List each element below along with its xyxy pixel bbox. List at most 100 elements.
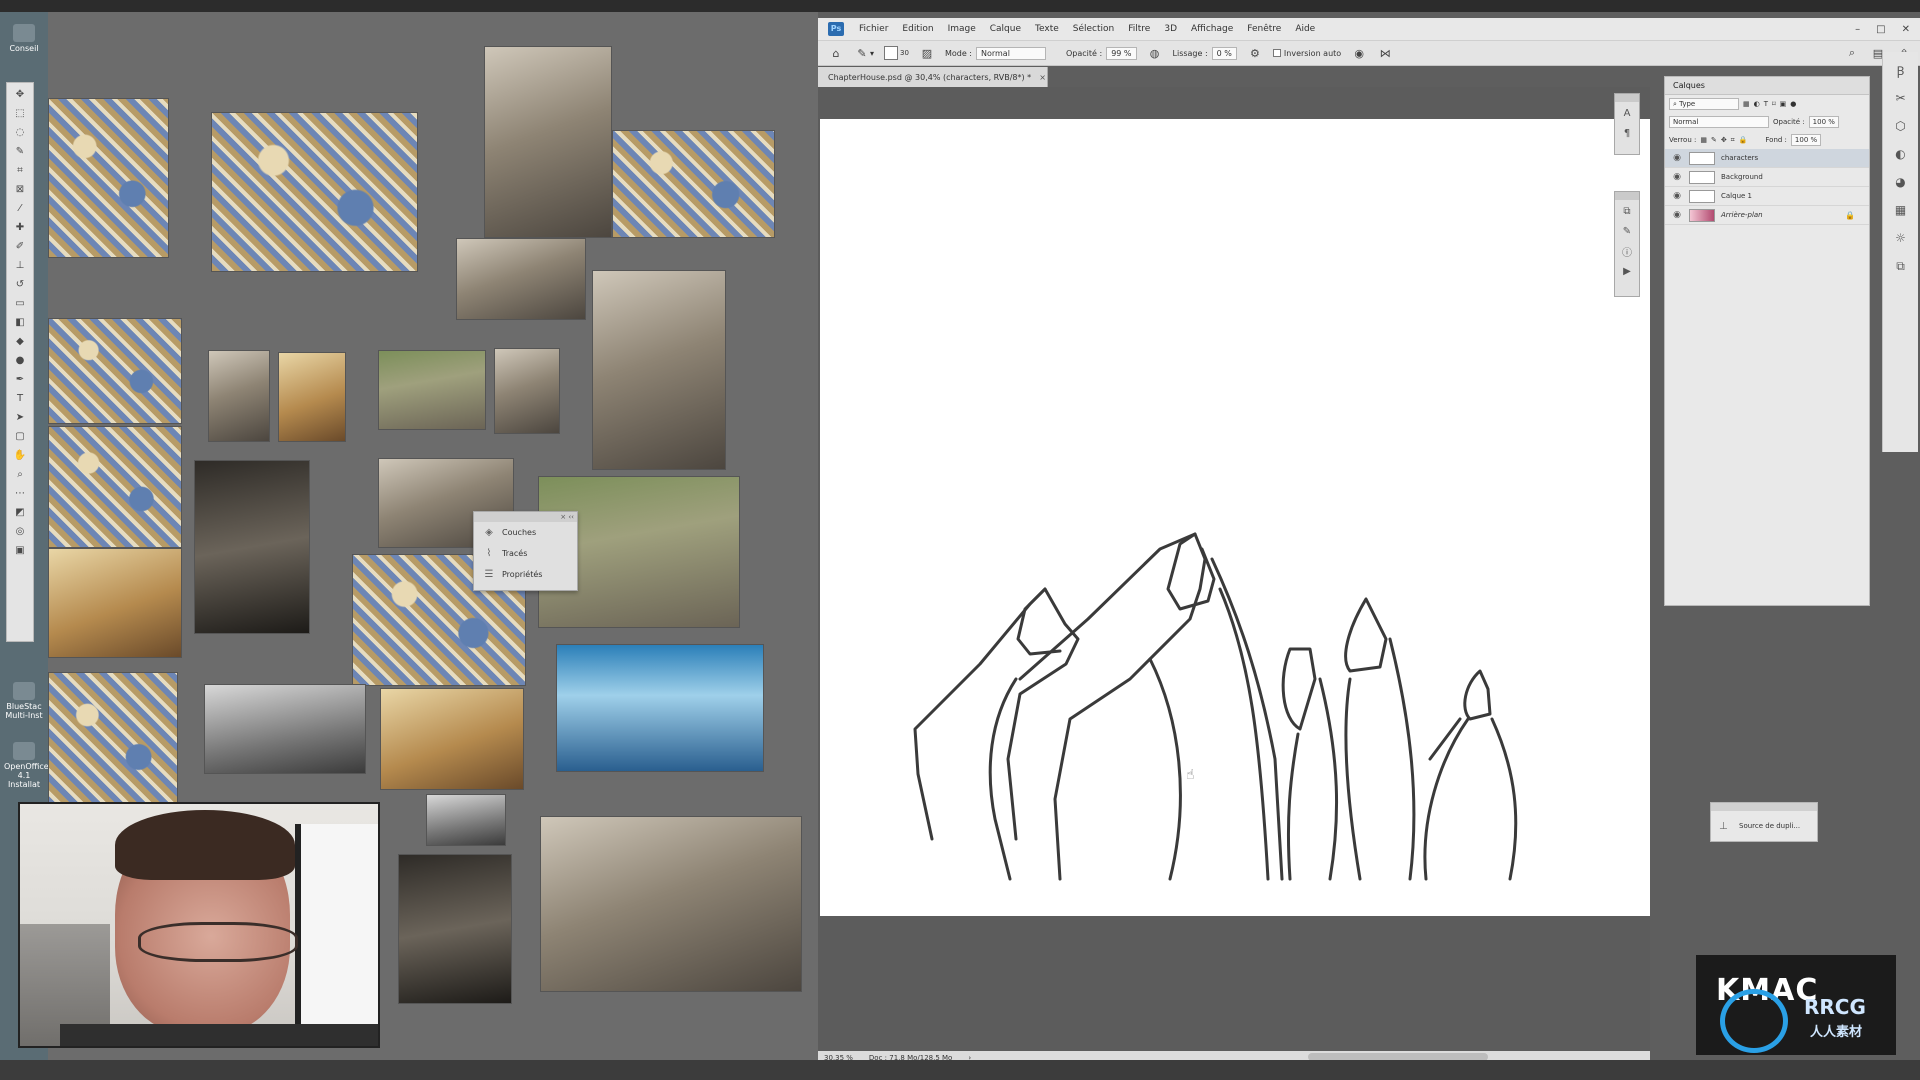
panel-header[interactable]: × ‹‹	[474, 512, 577, 522]
reference-image[interactable]	[204, 684, 366, 774]
panel-item-properties[interactable]: ☰ Propriétés	[474, 564, 577, 585]
document-canvas[interactable]: ☝	[820, 119, 1650, 916]
pressure-opacity-button[interactable]: ◍	[1147, 45, 1163, 61]
reference-image[interactable]	[211, 112, 418, 272]
filter-adjust-icon[interactable]: ◐	[1754, 100, 1760, 108]
maximize-icon[interactable]: □	[1876, 24, 1885, 35]
brush-settings-button[interactable]: ▨	[919, 45, 935, 61]
pressure-size-button[interactable]: ◉	[1351, 45, 1367, 61]
reference-image[interactable]	[456, 238, 586, 320]
reference-image[interactable]	[494, 348, 560, 434]
eraser-tool-icon[interactable]: ▭	[10, 295, 30, 311]
lasso-tool-icon[interactable]: ◌	[10, 124, 30, 140]
marquee-tool-icon[interactable]: ⬚	[10, 105, 30, 121]
libraries-icon[interactable]: ☼	[1889, 228, 1913, 248]
reference-image[interactable]	[208, 350, 270, 442]
eyedropper-tool-icon[interactable]: ⁄	[10, 200, 30, 216]
visibility-eye-icon[interactable]: ◉	[1671, 172, 1683, 182]
info-icon[interactable]: ⓘ	[1618, 243, 1636, 260]
reference-image[interactable]	[48, 426, 182, 548]
shape-tool-icon[interactable]: ▢	[10, 428, 30, 444]
reference-image[interactable]	[426, 794, 506, 846]
menu-calque[interactable]: Calque	[983, 24, 1028, 34]
menu-aide[interactable]: Aide	[1288, 24, 1322, 34]
panel-item-channels[interactable]: ◈ Couches	[474, 522, 577, 543]
layer-filter-select[interactable]: ⌕ Type	[1669, 98, 1739, 110]
reference-image[interactable]	[194, 460, 310, 634]
screen-mode-icon[interactable]: ▣	[10, 542, 30, 558]
lock-paint-icon[interactable]: ✎	[1711, 136, 1717, 144]
blend-mode-select[interactable]: Normal	[1669, 116, 1769, 128]
menu-fenetre[interactable]: Fenêtre	[1240, 24, 1288, 34]
mode-select[interactable]: Normal	[975, 46, 1046, 60]
gradient-tool-icon[interactable]: ◧	[10, 314, 30, 330]
layer-row-arriere-plan[interactable]: ◉ Arrière-plan 🔒	[1665, 206, 1869, 225]
symmetry-button[interactable]: ⋈	[1377, 45, 1393, 61]
color-swatches-icon[interactable]: ◩	[10, 504, 30, 520]
reference-image[interactable]	[556, 644, 764, 772]
quick-select-tool-icon[interactable]: ✎	[10, 143, 30, 159]
reference-image[interactable]	[612, 130, 775, 238]
menu-filtre[interactable]: Filtre	[1121, 24, 1157, 34]
brush-size-picker[interactable]: 30	[884, 46, 909, 60]
palette-icon[interactable]: ◕	[1889, 172, 1913, 192]
menu-fichier[interactable]: Fichier	[852, 24, 895, 34]
close-icon[interactable]: ✕	[1902, 24, 1910, 35]
menu-affichage[interactable]: Affichage	[1184, 24, 1240, 34]
menu-texte[interactable]: Texte	[1028, 24, 1066, 34]
blur-tool-icon[interactable]: ◆	[10, 333, 30, 349]
actions-play-icon[interactable]: ▶	[1618, 263, 1636, 280]
healing-tool-icon[interactable]: ✚	[10, 219, 30, 235]
filter-smart-icon[interactable]: ▣	[1780, 100, 1787, 108]
more-tools-icon[interactable]: ⋯	[10, 485, 30, 501]
history-brush-tool-icon[interactable]: ↺	[10, 276, 30, 292]
lock-transparency-icon[interactable]: ▦	[1700, 136, 1707, 144]
quick-mask-icon[interactable]: ◎	[10, 523, 30, 539]
reference-image[interactable]	[48, 98, 169, 258]
lock-all-icon[interactable]: 🔒	[1739, 136, 1748, 144]
reference-image[interactable]	[592, 270, 726, 470]
search-button[interactable]: ⌕	[1844, 45, 1860, 61]
3d-panel-icon[interactable]: ⬡	[1889, 116, 1913, 136]
reference-image[interactable]	[48, 548, 182, 658]
type-tool-icon[interactable]: T	[10, 390, 30, 406]
brush-settings-icon[interactable]: ✎	[1618, 223, 1636, 240]
dodge-tool-icon[interactable]: ●	[10, 352, 30, 368]
menu-image[interactable]: Image	[941, 24, 983, 34]
opacity-input[interactable]: 99 %	[1106, 46, 1137, 60]
filter-toggle-icon[interactable]: ●	[1790, 100, 1796, 108]
reference-image[interactable]	[484, 46, 612, 238]
text-panel-icon[interactable]: Ꞵ	[1889, 60, 1913, 80]
visibility-eye-icon[interactable]: ◉	[1671, 191, 1683, 201]
lock-artboard-icon[interactable]: ⌗	[1731, 136, 1735, 145]
crop-tool-icon[interactable]: ⌗	[10, 162, 30, 178]
zoom-tool-icon[interactable]: ⌕	[10, 466, 30, 482]
layer-row-characters[interactable]: ◉ characters	[1665, 149, 1869, 168]
panel-item-paths[interactable]: ⌇ Tracés	[474, 543, 577, 564]
frame-tool-icon[interactable]: ⊠	[10, 181, 30, 197]
desktop-icon-bluestacks[interactable]: BlueStac Multi-Inst	[4, 682, 44, 720]
stamp-tool-icon[interactable]: ⊥	[10, 257, 30, 273]
home-button[interactable]: ⌂	[828, 45, 844, 61]
smoothing-input[interactable]: 0 %	[1211, 46, 1237, 60]
clone-source-tab[interactable]: ⊥ Source de dupli...	[1711, 811, 1817, 841]
menu-edition[interactable]: Edition	[895, 24, 940, 34]
layer-opacity-input[interactable]: 100 %	[1808, 116, 1839, 128]
document-tab[interactable]: ChapterHouse.psd @ 30,4% (characters, RV…	[818, 67, 1048, 87]
reference-image[interactable]	[380, 688, 524, 790]
fill-input[interactable]: 100 %	[1790, 134, 1822, 146]
copy-panel-icon[interactable]: ⧉	[1889, 256, 1913, 276]
smoothing-settings-button[interactable]: ⚙	[1247, 45, 1263, 61]
layer-row-calque-1[interactable]: ◉ Calque 1	[1665, 187, 1869, 206]
path-select-tool-icon[interactable]: ➤	[10, 409, 30, 425]
visibility-eye-icon[interactable]: ◉	[1671, 210, 1683, 220]
tool-preset-picker[interactable]: ✎ ▾	[854, 45, 874, 61]
filter-pixel-icon[interactable]: ▦	[1743, 100, 1750, 108]
menu-3d[interactable]: 3D	[1157, 24, 1184, 34]
move-tool-icon[interactable]: ✥	[10, 86, 30, 102]
reference-image[interactable]	[48, 672, 178, 814]
visibility-eye-icon[interactable]: ◉	[1671, 153, 1683, 163]
auto-erase-checkbox[interactable]: Inversion auto	[1272, 49, 1341, 58]
reference-image[interactable]	[398, 854, 512, 1004]
swatches-icon[interactable]: ▦	[1889, 200, 1913, 220]
